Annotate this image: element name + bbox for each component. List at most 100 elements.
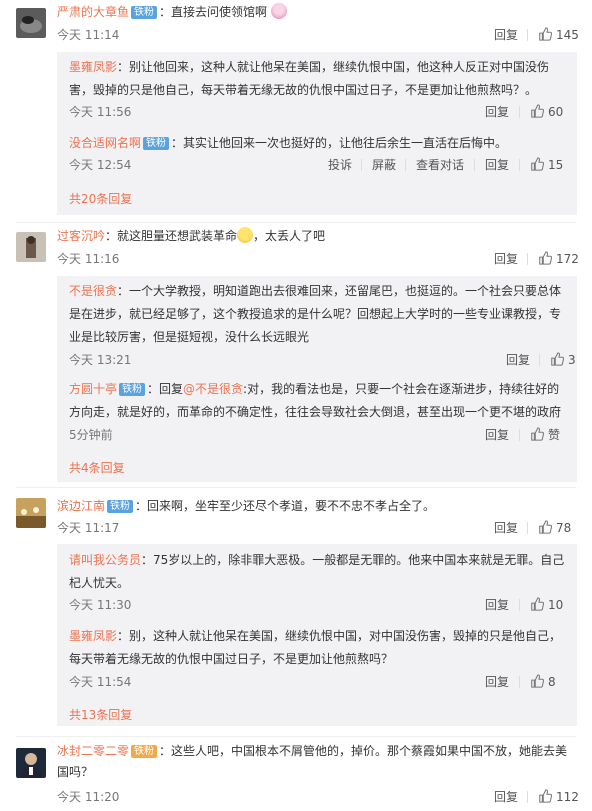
thumbs-up-icon <box>539 789 553 803</box>
more-replies-link[interactable]: 共20条回复 <box>69 190 132 207</box>
reply-button[interactable]: 回复 <box>506 352 530 368</box>
avatar[interactable] <box>16 498 46 528</box>
timestamp: 今天 11:20 <box>57 790 120 804</box>
reply-username[interactable]: 不是很贪 <box>69 284 117 298</box>
comment-body: 过客沉吟：就这胆量还想武装革命 ，太丢人了吧 <box>57 226 580 246</box>
divider <box>519 676 520 688</box>
reply-text: 是在进步，就已经足够了，这个教授追求的是什么呢？回想起上大学时的一些专业课教授，… <box>69 307 562 321</box>
reply-meta: 今天 11:30 回复 10 <box>69 597 569 613</box>
comment-username[interactable]: 严肃的大章鱼 <box>57 5 129 19</box>
reply-username[interactable]: 方圆十亭 <box>69 382 117 396</box>
thumbs-up-icon <box>531 157 545 171</box>
like-count: 112 <box>556 790 579 804</box>
reply-button[interactable]: 回复 <box>494 789 518 805</box>
laughing-emoji-icon <box>237 227 254 243</box>
like-count: 60 <box>548 105 564 119</box>
like-button[interactable]: 15 <box>530 157 563 173</box>
report-button[interactable]: 投诉 <box>328 157 352 173</box>
reply-text: ：回复 <box>147 382 184 396</box>
reply-text: ：75岁以上的，除非罪大恶极。一般都是无罪的。他来中国本来就是无罪。自己 <box>141 553 565 567</box>
reply-button[interactable]: 回复 <box>485 597 509 613</box>
reply-username[interactable]: 墨雍凤影 <box>69 60 117 74</box>
reply-button[interactable]: 回复 <box>485 104 509 120</box>
reply-panel: 不是很贪：一个大学教授，明知道跑出去很难回来，还留尾巴，也挺逗的。一个社会只要总… <box>57 276 577 482</box>
reply-text: 业是比较厉害，但是挺短视，没什么长远眼光 <box>69 330 310 344</box>
like-count: 3 <box>568 353 576 367</box>
comment-body: 冰封二零二零 铁粉 ：这些人吧，中国根本不屑管他的，掉价。那个蔡霞如果中国不放，她能… <box>57 741 580 783</box>
fan-badge[interactable]: 铁粉 <box>107 500 134 513</box>
like-button[interactable]: 60 <box>530 104 563 120</box>
timestamp: 5分钟前 <box>69 428 113 442</box>
like-button[interactable]: 172 <box>538 251 579 267</box>
comment-body: 滨边江南 铁粉 ：回来啊，坐牢至少还尽个孝道，要不不忠不孝占全了。 <box>57 496 580 516</box>
comment-meta: 今天 11:16 回复 172 <box>57 251 579 267</box>
avatar[interactable] <box>16 232 46 262</box>
divider <box>361 159 362 171</box>
reply-meta: 今天 12:54 投诉 屏蔽 查看对话 回复 15 <box>69 157 569 173</box>
comment-username[interactable]: 冰封二零二零 <box>57 744 129 758</box>
divider <box>527 791 528 803</box>
reply-text: ：一个大学教授，明知道跑出去很难回来，还留尾巴，也挺逗的。一个社会只要总体 <box>117 284 562 298</box>
reply-meta: 5分钟前 回复 赞 <box>69 427 569 443</box>
comment-username[interactable]: 过客沉吟 <box>57 229 105 243</box>
like-count: 78 <box>556 521 572 535</box>
comment-text: ：就这胆量还想武装革命 <box>105 229 238 243</box>
reply-button[interactable]: 回复 <box>485 674 509 690</box>
like-count: 8 <box>548 675 556 689</box>
like-button[interactable]: 78 <box>538 520 571 536</box>
thumbs-up-icon <box>539 520 553 534</box>
more-replies-link[interactable]: 共13条回复 <box>69 706 132 723</box>
more-replies-link[interactable]: 共4条回复 <box>69 459 125 476</box>
like-button[interactable]: 8 <box>530 674 556 690</box>
avatar[interactable] <box>16 8 46 38</box>
like-count: 赞 <box>548 428 561 442</box>
comment-text: ：这些人吧，中国根本不屑管他的，掉价。那个蔡霞如果中国不放，她能去美 <box>159 744 568 758</box>
fan-badge[interactable]: 铁粉 <box>131 6 158 19</box>
avatar[interactable] <box>16 748 46 778</box>
reply-body: 请叫我公务员：75岁以上的，除非罪大恶极。一般都是无罪的。他来中国本来就是无罪。… <box>69 549 567 595</box>
timestamp: 今天 13:21 <box>69 353 132 367</box>
reply-button[interactable]: 回复 <box>485 427 509 443</box>
like-count: 10 <box>548 598 564 612</box>
comment-username[interactable]: 滨边江南 <box>57 499 105 513</box>
comment-text: ：直接去问使领馆啊 <box>159 5 268 19</box>
thumbs-up-icon <box>539 27 553 41</box>
reply-text: ：其实让他回来一次也挺好的，让他往后余生一直活在后悔中。 <box>171 136 508 150</box>
divider <box>16 487 576 488</box>
reply-meta: 今天 11:56 回复 60 <box>69 104 569 120</box>
comment-text: ：回来啊，坐牢至少还尽个孝道，要不不忠不孝占全了。 <box>135 499 436 513</box>
divider <box>16 222 576 223</box>
like-button[interactable]: 3 <box>550 352 576 368</box>
reply-panel: 墨雍凤影：别让他回来，这种人就让他呆在美国，继续仇恨中国，他这种人反正对中国没伤… <box>57 52 577 215</box>
thumbs-up-icon <box>531 427 545 441</box>
reply-username[interactable]: 墨雍凤影 <box>69 629 117 643</box>
fan-badge[interactable]: 铁粉 <box>131 745 158 758</box>
reply-button[interactable]: 回复 <box>494 251 518 267</box>
like-button[interactable]: 赞 <box>530 427 560 443</box>
block-button[interactable]: 屏蔽 <box>372 157 396 173</box>
reply-button[interactable]: 回复 <box>494 520 518 536</box>
reply-text: 害，毁掉的只是他自己，每天带着无缘无故的仇恨中国过日子，不是更加让他煎熬吗？。 <box>69 83 538 97</box>
reply-button[interactable]: 回复 <box>485 157 509 173</box>
reply-text: 每天带着无缘无故的仇恨中国过日子，不是更加让他煎熬吗？ <box>69 652 394 666</box>
reply-button[interactable]: 回复 <box>494 27 518 43</box>
reply-text: 杞人忧天。 <box>69 576 130 590</box>
like-button[interactable]: 10 <box>530 597 563 613</box>
like-count: 145 <box>556 28 579 42</box>
divider <box>527 522 528 534</box>
divider <box>474 159 475 171</box>
like-count: 172 <box>556 252 579 266</box>
view-conversation-button[interactable]: 查看对话 <box>416 157 464 173</box>
comment-meta: 今天 11:17 回复 78 <box>57 520 577 536</box>
reply-text: ：别，这种人就让他呆在美国，继续仇恨中国，对中国没伤害，毁掉的只是他自己， <box>117 629 562 643</box>
comment-text: 国吗？ <box>57 765 94 779</box>
reply-username[interactable]: 没合适网名啊 <box>69 136 141 150</box>
reply-body: 墨雍凤影：别让他回来，这种人就让他呆在美国，继续仇恨中国，他这种人反正对中国没伤… <box>69 56 567 102</box>
thumbs-up-icon <box>531 674 545 688</box>
like-button[interactable]: 112 <box>538 789 579 805</box>
fan-badge[interactable]: 铁粉 <box>119 383 146 396</box>
mention-link[interactable]: @不是很贪 <box>183 382 243 396</box>
fan-badge[interactable]: 铁粉 <box>143 137 170 150</box>
like-button[interactable]: 145 <box>538 27 579 43</box>
reply-username[interactable]: 请叫我公务员 <box>69 553 141 567</box>
